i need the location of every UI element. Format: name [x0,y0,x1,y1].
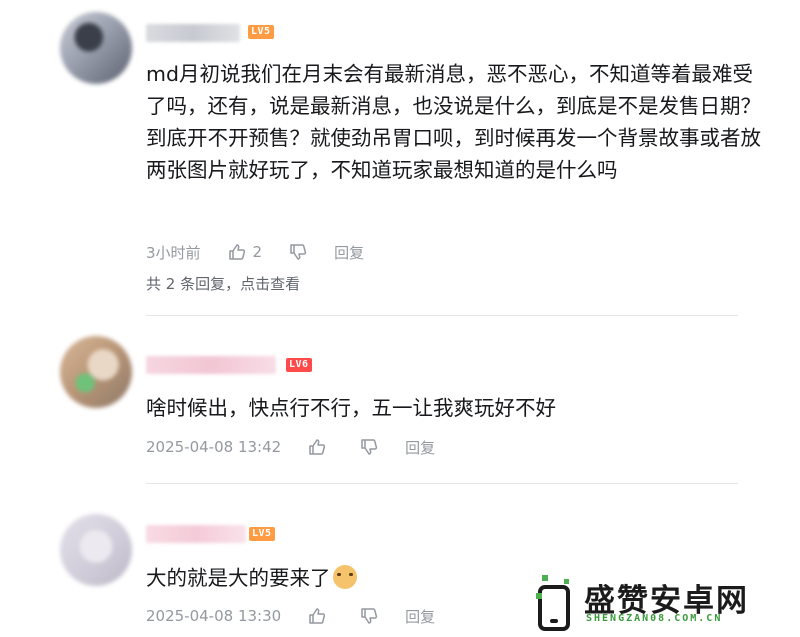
avatar[interactable] [60,336,132,408]
comment-meta: 3小时前 2 回复 [146,241,364,263]
level-badge: LV5 [248,25,274,39]
comment-time: 3小时前 [146,243,201,262]
dislike-button[interactable] [359,437,379,457]
reply-button[interactable]: 回复 [405,606,435,627]
comment-meta: 2025-04-08 13:30 回复 [146,605,435,627]
avatar[interactable] [60,12,132,84]
comment-time: 2025-04-08 13:30 [146,607,282,625]
like-button[interactable] [307,606,333,626]
dog-emoji-icon [332,565,357,589]
view-replies-link[interactable]: 共 2 条回复，点击查看 [146,273,300,294]
level-badge: LV6 [286,358,312,372]
avatar[interactable] [60,514,132,586]
watermark-domain: SHENGZAN08.COM.CN [586,613,723,624]
dislike-button[interactable] [288,242,308,262]
like-button[interactable] [307,437,333,457]
comment-text: md月初说我们在月末会有最新消息，恶不恶心，不知道等着最难受了吗，还有，说是最新… [146,62,761,182]
like-button[interactable]: 2 [227,242,263,262]
comment-time: 2025-04-08 13:42 [146,438,282,456]
thumbs-up-icon [309,439,326,455]
thumbs-up-icon [228,244,245,260]
thumbs-up-icon [309,608,326,624]
username-blurred[interactable] [146,525,246,543]
username-blurred[interactable] [146,24,240,42]
reply-button[interactable]: 回复 [334,242,364,263]
comment-text-content: 大的就是大的要来了 [146,566,331,590]
phone-logo-icon [536,575,570,631]
thumbs-down-icon [290,244,307,260]
reply-button[interactable]: 回复 [405,437,435,458]
level-badge: LV5 [249,527,275,541]
divider [146,483,738,484]
comment-meta: 2025-04-08 13:42 回复 [146,436,435,458]
thumbs-down-icon [361,439,378,455]
username-blurred[interactable] [146,356,276,374]
comment-text: 啥时候出，快点行不行，五一让我爽玩好不好 [146,396,556,420]
site-watermark: 盛赞安卓网 SHENGZAN08.COM.CN [534,573,782,631]
thumbs-down-icon [361,608,378,624]
divider [146,315,738,316]
like-count: 2 [252,243,263,261]
dislike-button[interactable] [359,606,379,626]
